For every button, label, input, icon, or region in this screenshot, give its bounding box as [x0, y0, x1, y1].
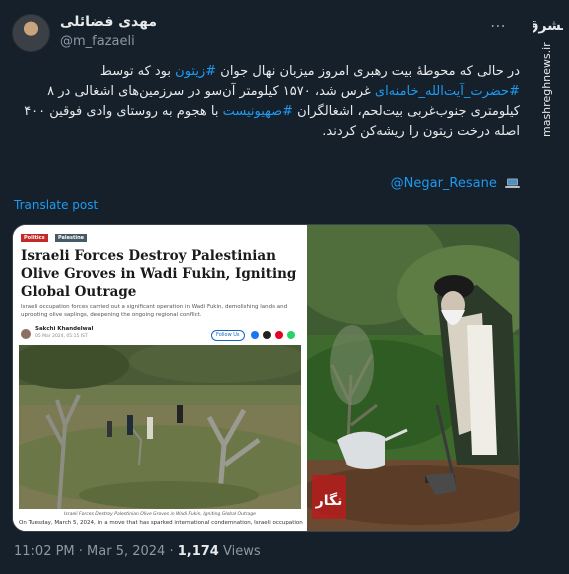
mashregh-logo: مشرق	[533, 18, 563, 34]
tweet-body: در حالی که محوطهٔ بیت رهبری امروز میزبان…	[24, 64, 520, 139]
mention-negar-resane[interactable]: @Negar_Resane	[391, 176, 497, 191]
avatar[interactable]	[12, 14, 50, 52]
hashtag-zeytoon[interactable]: #زیتون	[175, 64, 216, 79]
site-logo-text: مشرق	[533, 18, 563, 34]
hashtag-khamenei[interactable]: #حضرت_آیت‌الله_خامنه‌ای	[375, 84, 520, 99]
facebook-icon	[251, 331, 259, 339]
pinterest-icon	[275, 331, 283, 339]
article-category-chip: Palestine	[55, 234, 88, 242]
watermark-badge: نگار	[315, 492, 343, 509]
site-strip: مشرق mashreghnews.ir	[528, 0, 569, 574]
laptop-icon	[505, 178, 520, 188]
tree-planting-photo: نگار	[307, 225, 519, 531]
article-body-snippet: On Tuesday, March 5, 2024, in a move tha…	[19, 520, 303, 526]
author-handle[interactable]: @m_fazaeli	[60, 34, 135, 49]
olive-grove-photo	[19, 345, 301, 509]
article-screenshot: Politics Palestine Israeli Forces Destro…	[13, 225, 307, 531]
tweet: مهدی فضائلی @m_fazaeli ⋯ در حالی که محوط…	[0, 0, 528, 574]
follow-us-button: Follow Us	[211, 330, 245, 341]
hashtag-zionist[interactable]: #صهیونیست	[223, 104, 293, 119]
tweet-meta: 11:02 PM · Mar 5, 2024 · 1,174 Views	[14, 544, 261, 559]
timestamp[interactable]: 11:02 PM · Mar 5, 2024 ·	[14, 544, 178, 559]
article-date: 05 Mar 2024, 05:15 IST	[35, 334, 88, 339]
article-category-chip: Politics	[21, 234, 48, 242]
views-label: Views	[218, 544, 261, 559]
translate-post-link[interactable]: Translate post	[14, 198, 98, 212]
more-icon[interactable]: ⋯	[490, 16, 507, 35]
site-watermark: mashreghnews.ir	[540, 42, 553, 137]
mention-line: @Negar_Resane	[391, 176, 520, 191]
article-author-avatar	[21, 329, 31, 339]
x-icon	[263, 331, 271, 339]
photo-caption: Israeli Forces Destroy Palestinian Olive…	[64, 512, 256, 517]
views-count: 1,174	[177, 544, 219, 559]
article-subhead: Israeli occupation forces carried out a …	[21, 304, 288, 318]
media-attachment[interactable]: Politics Palestine Israeli Forces Destro…	[12, 224, 520, 532]
article-author: Sakchi Khandelwal	[35, 326, 94, 332]
whatsapp-icon	[287, 331, 295, 339]
author-display-name[interactable]: مهدی فضائلی	[60, 14, 157, 30]
article-headline: Israeli Forces Destroy Palestinian Olive…	[21, 248, 297, 300]
